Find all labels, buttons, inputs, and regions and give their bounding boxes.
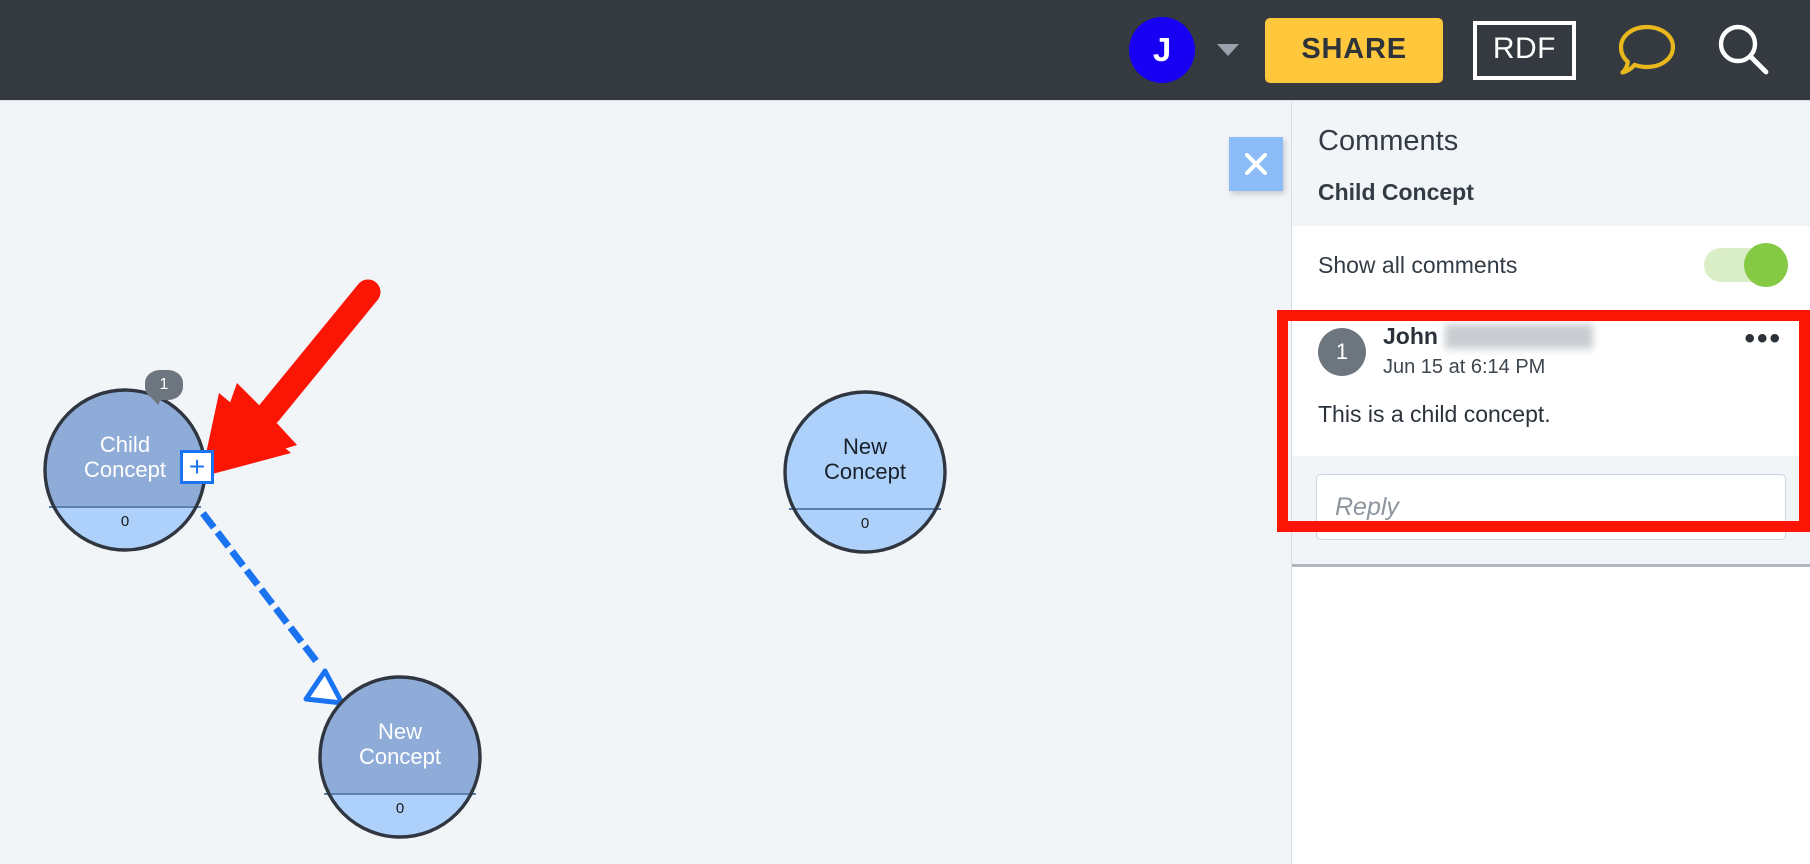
node-shape — [318, 675, 482, 839]
top-toolbar: J SHARE RDF — [0, 0, 1810, 100]
badge-value: 1 — [159, 376, 169, 393]
share-button[interactable]: SHARE — [1265, 17, 1443, 83]
comment-avatar: 1 — [1318, 328, 1366, 376]
comment-meta: John Jun 15 at 6:14 PM — [1383, 323, 1742, 379]
search-button[interactable] — [1706, 13, 1780, 87]
comment-author: John — [1383, 323, 1438, 349]
toolbar-actions: J SHARE RDF — [1129, 13, 1782, 87]
close-icon — [1245, 153, 1267, 175]
comments-toggle-button[interactable] — [1610, 13, 1684, 87]
concept-node-child-concept[interactable]: Child Concept 0 1 + — [42, 370, 214, 553]
rdf-label: RDF — [1492, 31, 1556, 65]
comments-panel: Comments Child Concept Show all comments… — [1291, 100, 1810, 864]
toggle-knob — [1744, 243, 1788, 287]
avatar-initial: J — [1152, 31, 1172, 68]
show-all-comments-row: Show all comments — [1292, 226, 1810, 302]
comments-panel-empty-space — [1292, 567, 1810, 864]
app-root: J SHARE RDF Child Concept 0 1 + New Conc… — [0, 0, 1810, 864]
concept-map-canvas[interactable]: Child Concept 0 1 + New Concept 0 New Co… — [0, 100, 1291, 864]
comment-header: 1 John Jun 15 at 6:14 PM ••• — [1318, 323, 1784, 379]
concept-node-new-concept-bottom[interactable]: New Concept 0 — [317, 674, 483, 840]
add-child-node-button[interactable]: + — [180, 450, 214, 484]
show-all-comments-label: Show all comments — [1318, 251, 1518, 278]
comment-author-redacted — [1444, 324, 1593, 350]
comment-count-badge[interactable]: 1 — [145, 370, 183, 405]
comment-timestamp: Jun 15 at 6:14 PM — [1383, 356, 1546, 379]
reply-input[interactable] — [1316, 474, 1786, 541]
concept-node-new-concept-right[interactable]: New Concept 0 — [782, 389, 948, 555]
comments-panel-title: Comments — [1318, 125, 1459, 157]
close-comments-panel-button[interactable] — [1229, 137, 1283, 191]
speech-bubble-icon — [1618, 24, 1676, 75]
node-shape — [783, 390, 947, 554]
user-avatar-button[interactable]: J — [1129, 17, 1196, 83]
comment-item[interactable]: 1 John Jun 15 at 6:14 PM ••• This is a c… — [1292, 302, 1810, 457]
show-all-comments-toggle[interactable] — [1704, 243, 1788, 287]
reply-area — [1292, 456, 1810, 568]
more-options-icon[interactable]: ••• — [1742, 324, 1784, 358]
plus-icon: + — [188, 451, 206, 482]
rdf-button[interactable]: RDF — [1472, 20, 1576, 80]
comment-body: This is a child concept. — [1318, 401, 1551, 428]
comments-panel-subject: Child Concept — [1318, 179, 1474, 205]
comment-list: 1 John Jun 15 at 6:14 PM ••• This is a c… — [1292, 302, 1810, 457]
share-label: SHARE — [1301, 32, 1407, 65]
search-icon — [1718, 24, 1769, 75]
comments-panel-header: Comments Child Concept — [1292, 101, 1810, 226]
link-dashed-line — [200, 511, 325, 671]
comment-author-row: John — [1383, 323, 1742, 350]
chevron-down-icon[interactable] — [1217, 44, 1240, 56]
comment-avatar-initial: 1 — [1335, 339, 1349, 364]
